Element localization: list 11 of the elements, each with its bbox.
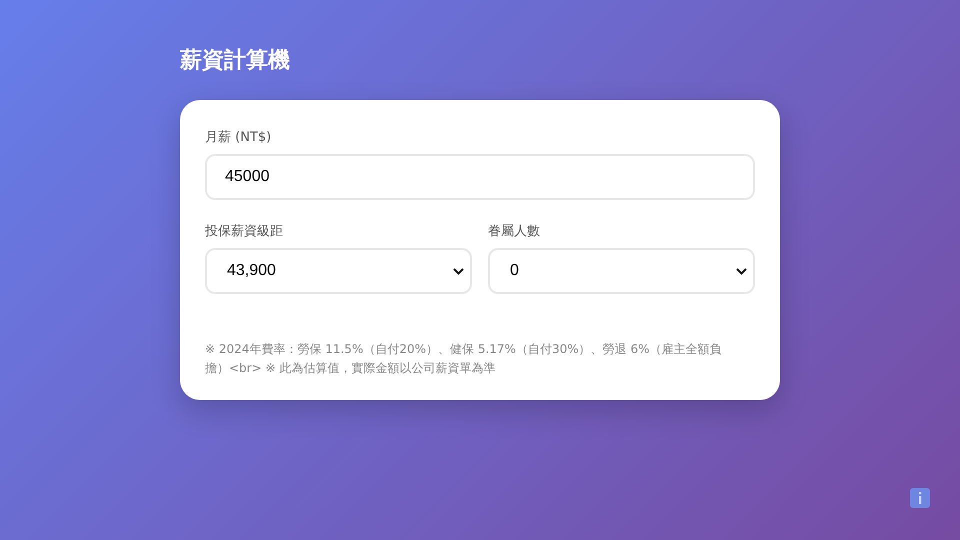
page-title: 薪資計算機 <box>180 47 291 75</box>
chevron-down-icon <box>736 268 747 274</box>
field-label: 投保薪資級距 <box>205 223 284 240</box>
salary-input[interactable]: 45000 <box>205 154 755 200</box>
field-label: 眷屬人數 <box>488 223 541 240</box>
chevron-down-icon <box>453 268 464 274</box>
dropdown[interactable]: 0 <box>488 248 755 294</box>
field-label: 月薪 (NT$) <box>205 129 272 146</box>
info-icon[interactable] <box>910 488 930 508</box>
dropdown[interactable]: 43,900 <box>205 248 472 294</box>
note-text: ※ 2024年費率：勞保 11.5%（自付20%）、健保 5.17%（自付30%）、勞退 6%（雇主全額負擔）<br> ※ 此為估算值，實際金額以公司薪資單為準 <box>205 341 722 377</box>
